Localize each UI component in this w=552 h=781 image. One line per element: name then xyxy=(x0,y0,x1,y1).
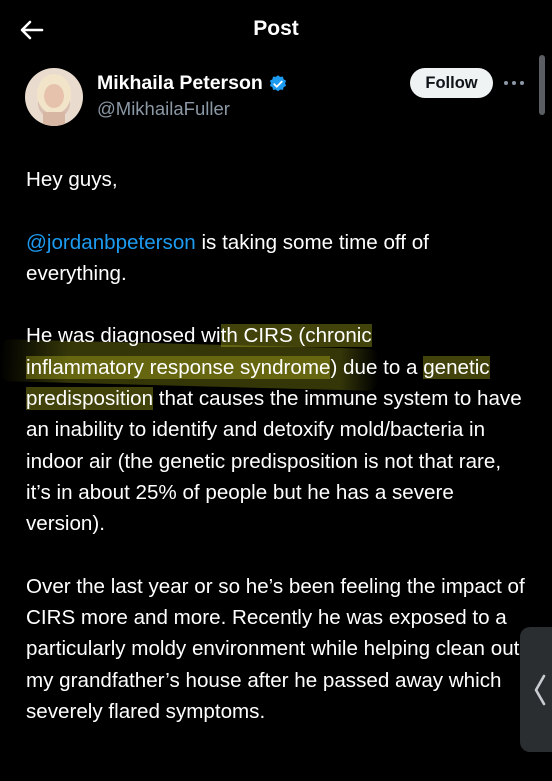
avatar[interactable] xyxy=(25,68,83,126)
verified-badge-icon xyxy=(269,74,286,91)
top-bar: Post xyxy=(0,0,552,58)
follow-button[interactable]: Follow xyxy=(410,68,493,98)
page-title: Post xyxy=(253,17,299,40)
paragraph: Over the last year or so he’s been feeli… xyxy=(26,574,525,724)
highlighted-text: th CIRS (chronic xyxy=(220,324,372,348)
paragraph: Hey guys, xyxy=(26,168,118,191)
paragraph: @jordanbpeterson is taking some time off… xyxy=(26,230,429,285)
display-name[interactable]: Mikhaila Peterson xyxy=(97,72,263,95)
mention-link[interactable]: @jordanbpeterson xyxy=(26,231,196,254)
paragraph: He was diagnosed with CIRS (chronic infla… xyxy=(26,324,522,536)
post-text: Hey guys, @jordanbpeterson is taking som… xyxy=(26,164,526,759)
author-row: Mikhaila Peterson @MikhailaFuller Follow xyxy=(0,62,552,132)
more-icon xyxy=(504,81,524,85)
more-button[interactable] xyxy=(502,76,526,90)
chevron-left-icon xyxy=(534,674,546,705)
side-panel-handle[interactable] xyxy=(520,627,552,752)
avatar-image xyxy=(37,74,71,126)
handle[interactable]: @MikhailaFuller xyxy=(97,98,230,120)
name-line: Mikhaila Peterson xyxy=(97,72,288,95)
highlighted-text: inflammatory response syndrome xyxy=(26,355,331,379)
